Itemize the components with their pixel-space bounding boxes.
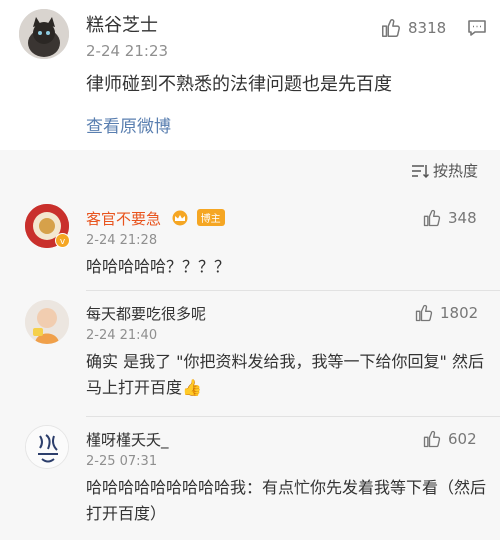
comment-like-button[interactable]: 1802 bbox=[414, 303, 478, 323]
comment-author-name[interactable]: 槿呀槿夭夭_ bbox=[86, 429, 169, 450]
author-badge: 博主 bbox=[196, 209, 225, 226]
comment-time: 2-25 07:31 bbox=[86, 454, 158, 469]
comment-avatar[interactable] bbox=[25, 300, 69, 344]
main-post: 糕谷芝士 2-24 21:23 律师碰到不熟悉的法律问题也是先百度 查看原微博 … bbox=[0, 0, 500, 150]
sort-icon bbox=[412, 164, 429, 178]
comment-item: 槿呀槿夭夭_ 2-25 07:31 哈哈哈哈哈哈哈哈哈我：有点忙你先发着我等下看… bbox=[0, 417, 500, 540]
comment-like-count: 348 bbox=[448, 209, 477, 227]
comment-like-count: 602 bbox=[448, 430, 477, 448]
thumbs-up-icon bbox=[423, 430, 441, 448]
thumbs-up-icon bbox=[415, 304, 433, 322]
comment-icon bbox=[468, 20, 486, 36]
calligraphy-avatar-icon bbox=[26, 426, 68, 468]
comment-like-button[interactable]: 348 bbox=[422, 208, 477, 228]
main-author-name[interactable]: 糕谷芝士 bbox=[86, 11, 158, 37]
comment-author-name[interactable]: 客官不要急 bbox=[86, 210, 161, 228]
comment-text: 哈哈哈哈哈哈哈哈哈我：有点忙你先发着我等下看（然后打开百度） bbox=[86, 478, 487, 523]
main-like-button[interactable]: 8318 bbox=[380, 17, 446, 39]
comment-author[interactable]: 客官不要急 博主 bbox=[86, 208, 225, 229]
main-post-time: 2-24 21:23 bbox=[86, 42, 169, 60]
thumbs-up-icon bbox=[382, 19, 400, 37]
crown-icon bbox=[172, 210, 188, 226]
svg-text:v: v bbox=[60, 237, 66, 247]
verified-badge-icon: v bbox=[55, 233, 70, 248]
thumbs-up-icon bbox=[423, 209, 441, 227]
comment-author-name[interactable]: 每天都要吃很多呢 bbox=[86, 303, 206, 324]
main-like-count: 8318 bbox=[408, 19, 447, 37]
comment-button[interactable] bbox=[467, 19, 487, 37]
sort-row: 按热度 bbox=[0, 150, 500, 190]
comment-time: 2-24 21:28 bbox=[86, 233, 158, 248]
comment-like-count: 1802 bbox=[440, 304, 479, 322]
comment-text: 哈哈哈哈哈？？？？ bbox=[86, 257, 231, 276]
comment-text: 确实 是我了 "你把资料发给我，我等一下给你回复" 然后马上打开百度👍 bbox=[86, 352, 484, 397]
comment-item: 每天都要吃很多呢 2-24 21:40 确实 是我了 "你把资料发给我，我等一下… bbox=[0, 291, 500, 416]
comment-avatar[interactable] bbox=[25, 425, 69, 469]
main-author-avatar[interactable] bbox=[19, 9, 69, 59]
view-original-link[interactable]: 查看原微博 bbox=[86, 112, 171, 137]
sort-label: 按热度 bbox=[433, 162, 479, 180]
avatar-image-icon bbox=[25, 300, 69, 344]
cat-avatar-icon bbox=[19, 9, 69, 59]
main-post-text: 律师碰到不熟悉的法律问题也是先百度 bbox=[86, 74, 392, 95]
comment-like-button[interactable]: 602 bbox=[422, 429, 477, 449]
comment-item: v 客官不要急 博主 2-24 21:28 哈哈哈哈哈？？？？ 348 bbox=[0, 190, 500, 290]
comment-time: 2-24 21:40 bbox=[86, 328, 158, 343]
sort-by-hot-button[interactable]: 按热度 bbox=[411, 160, 478, 181]
